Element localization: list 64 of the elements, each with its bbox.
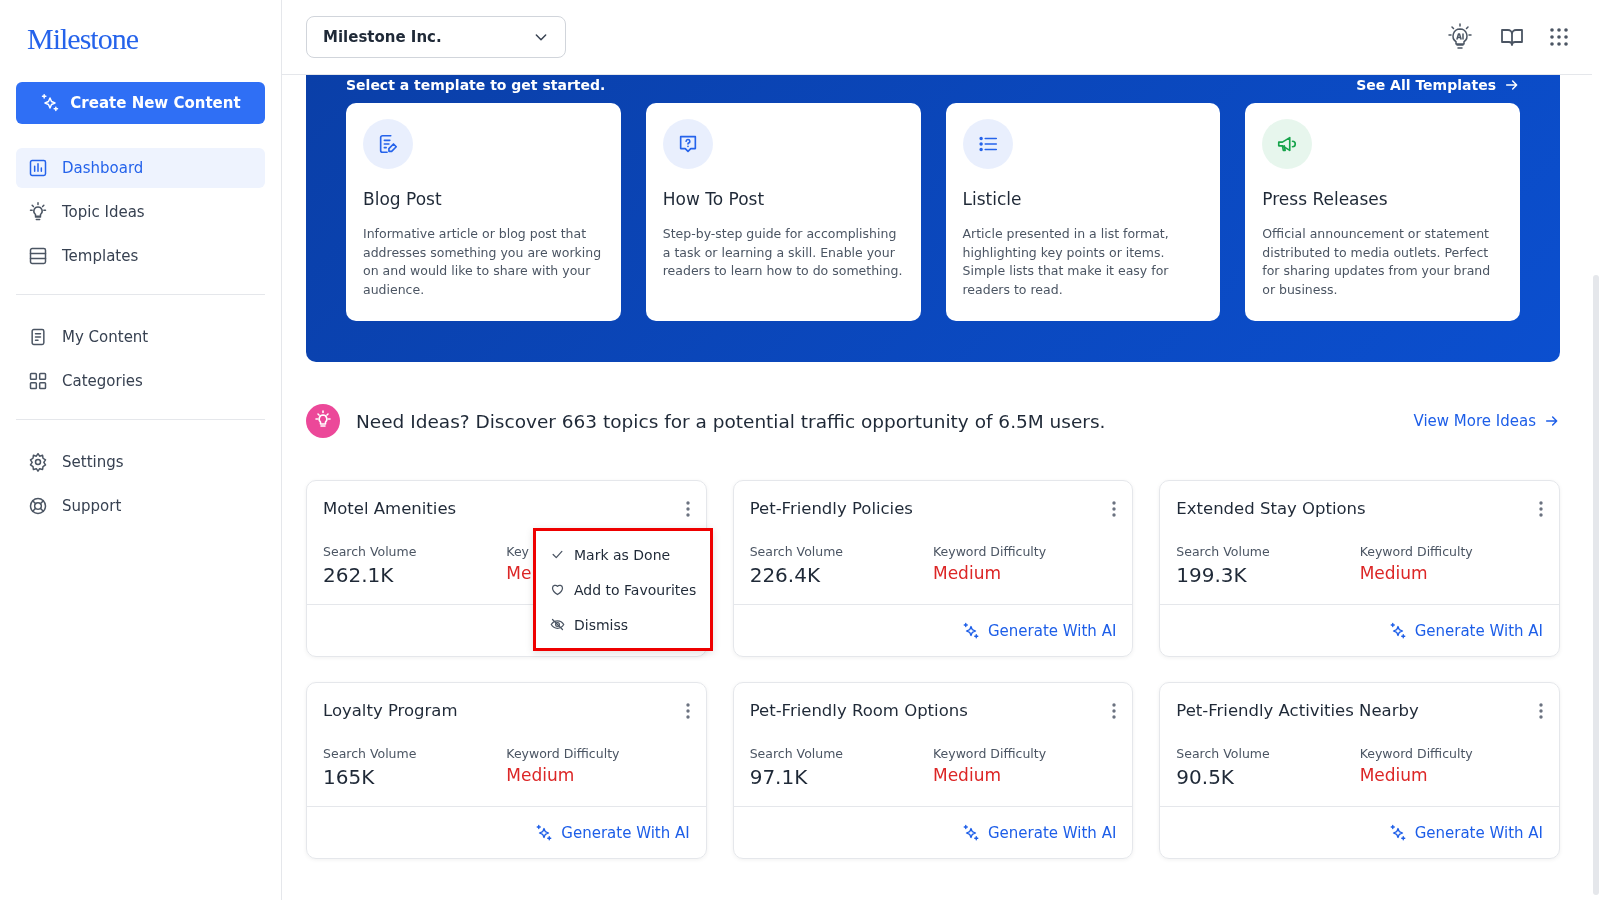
- template-description: Step-by-step guide for accomplishing a task or learning a skill. Enable your readers to learn how to do something.: [662, 225, 904, 280]
- template-card[interactable]: Blog Post Informative article or blog post that addresses something you are working on and would like to share with your audience.: [346, 103, 621, 321]
- keyword-difficulty: Medium: [1359, 765, 1428, 785]
- keyword-difficulty: Medium: [933, 765, 1001, 785]
- menu-item[interactable]: Dismiss: [536, 607, 711, 642]
- create-content-button[interactable]: Create New Content: [16, 82, 265, 124]
- search-volume: 90.5K: [1176, 765, 1234, 789]
- nav-item[interactable]: My Content: [16, 317, 265, 357]
- topic-title: Motel Amenities: [323, 499, 457, 518]
- search-volume: 262.1K: [323, 563, 394, 587]
- topic-title: Pet-Friendly Room Options: [749, 701, 968, 720]
- template-card[interactable]: How To Post Step-by-step guide for accomplishing a task or learning a skill. Enable your readers to learn how to do something.: [645, 103, 921, 321]
- keyword-difficulty: Medium: [506, 765, 575, 785]
- nav-item[interactable]: Settings: [16, 442, 265, 482]
- stat-label: Keyword Difficulty: [1359, 544, 1473, 559]
- nav-item[interactable]: Dashboard: [16, 148, 265, 188]
- stat-label: Key: [506, 544, 529, 559]
- generate-with-ai-link[interactable]: Generate With AI: [535, 823, 690, 842]
- topic-title: Pet-Friendly Activities Nearby: [1176, 701, 1419, 720]
- nav-item[interactable]: Topic Ideas: [16, 192, 265, 232]
- logo: Milestone: [26, 21, 139, 57]
- keyword-difficulty: Medium: [1359, 563, 1428, 583]
- template-card[interactable]: Listicle Article presented in a list format, highlighting key points or items. Simple lists that make it easy for readers to read.: [945, 103, 1221, 321]
- template-title: Listicle: [962, 189, 1023, 209]
- template-description: Article presented in a list format, highlighting key points or items. Simple lists that make it easy for readers to read.: [962, 225, 1170, 299]
- nav-item[interactable]: Support: [16, 486, 265, 526]
- stat-label: Search Volume: [1176, 544, 1270, 559]
- generate-with-ai-link[interactable]: Generate With AI: [1388, 823, 1543, 842]
- keyword-difficulty: Me: [506, 563, 532, 583]
- template-description: Official announcement or statement distributed to media outlets. Perfect for sharing updates from your brand or business.: [1262, 225, 1492, 299]
- search-volume: 97.1K: [749, 765, 808, 789]
- stat-label: Keyword Difficulty: [933, 746, 1047, 761]
- topic-title: Pet-Friendly Policies: [749, 499, 913, 518]
- template-title: Blog Post: [363, 189, 443, 209]
- stat-label: Search Volume: [749, 544, 844, 559]
- topic-title: Extended Stay Options: [1176, 499, 1366, 518]
- topic-title: Loyalty Program: [323, 701, 458, 720]
- stat-label: Search Volume: [323, 544, 417, 559]
- search-volume: 165K: [323, 765, 375, 789]
- stat-label: Keyword Difficulty: [506, 746, 620, 761]
- template-title: How To Post: [662, 189, 766, 209]
- view-more-ideas-link[interactable]: View More Ideas: [1413, 412, 1560, 430]
- menu-item[interactable]: Add to Favourites: [536, 572, 711, 607]
- stat-label: Search Volume: [749, 746, 844, 761]
- nav-item[interactable]: Categories: [16, 361, 265, 401]
- template-card[interactable]: Press Releases Official announcement or statement distributed to media outlets. Perfect for sharing updates from your brand or business.: [1245, 103, 1520, 321]
- banner-subtitle: Select a template to get started.: [346, 77, 606, 93]
- organization-select[interactable]: Milestone Inc.: [306, 16, 566, 58]
- stat-label: Keyword Difficulty: [1359, 746, 1473, 761]
- stat-label: Keyword Difficulty: [933, 544, 1047, 559]
- keyword-difficulty: Medium: [933, 563, 1001, 583]
- menu-item[interactable]: Mark as Done: [536, 537, 711, 572]
- template-description: Informative article or blog post that addresses something you are working on and would like to share with your audience.: [363, 225, 603, 299]
- nav-item[interactable]: Templates: [16, 236, 265, 276]
- stat-label: Search Volume: [323, 746, 417, 761]
- search-volume: 199.3K: [1176, 563, 1247, 587]
- generate-with-ai-link[interactable]: Generate With AI: [962, 621, 1117, 640]
- generate-with-ai-link[interactable]: Generate With AI: [962, 823, 1117, 842]
- search-volume: 226.4K: [749, 563, 821, 587]
- template-title: Press Releases: [1262, 189, 1389, 209]
- ideas-headline: Need Ideas? Discover 663 topics for a potential traffic opportunity of 6.5M users.: [356, 410, 1106, 432]
- see-all-templates-link[interactable]: See All Templates: [1356, 77, 1520, 93]
- stat-label: Search Volume: [1176, 746, 1270, 761]
- generate-with-ai-link[interactable]: Generate With AI: [1388, 621, 1543, 640]
